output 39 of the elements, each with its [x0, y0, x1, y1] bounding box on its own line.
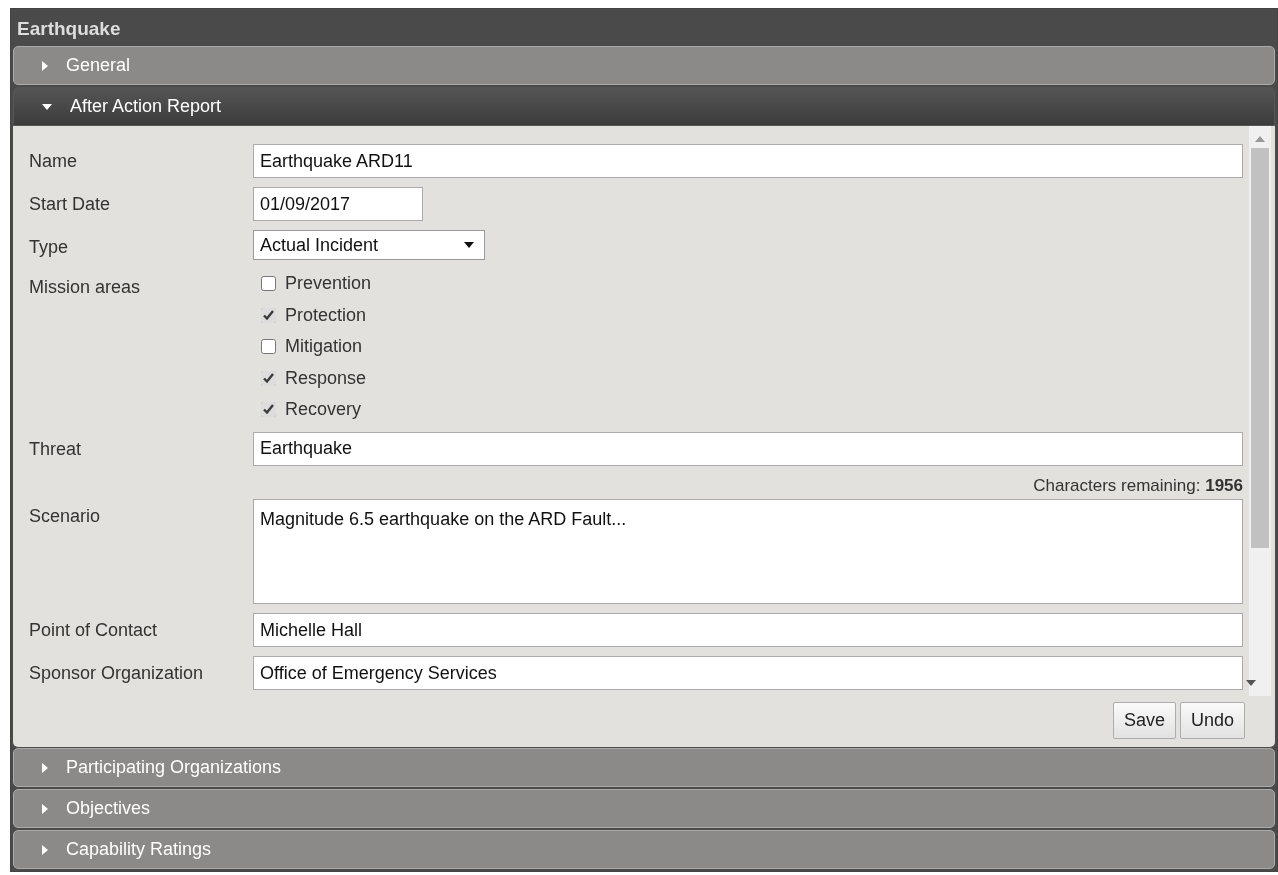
checkbox-label: Mitigation [285, 335, 363, 359]
checkbox[interactable] [261, 307, 276, 323]
caret-right-icon [42, 762, 48, 773]
caret-right-icon [42, 803, 48, 814]
text-field[interactable]: Office of Emergency Services [253, 656, 1243, 690]
date-field[interactable]: 01/09/2017 [253, 187, 423, 221]
field-label: Sponsor Organization [29, 662, 205, 685]
checkbox[interactable] [261, 276, 276, 292]
field-label: Mission areas [29, 276, 142, 299]
checkbox-label: Recovery [285, 398, 362, 422]
caret-right-icon [42, 844, 48, 855]
field-label: Type [29, 236, 70, 259]
text-area[interactable]: Magnitude 6.5 earthquake on the ARD Fault... [253, 499, 1243, 604]
text-field[interactable]: Michelle Hall [253, 613, 1243, 647]
checkbox[interactable] [261, 339, 276, 355]
field-label: Start Date [29, 193, 112, 216]
field-label: Name [29, 150, 78, 173]
scrollbar[interactable] [1249, 126, 1271, 696]
field-label: Point of Contact [29, 619, 159, 642]
caret-down-icon [42, 103, 52, 110]
caret-right-icon [42, 60, 48, 71]
field-label: Scenario [29, 505, 102, 528]
field-label: Threat [29, 437, 83, 461]
dropdown[interactable]: Actual Incident [253, 230, 485, 260]
checkbox-label: Protection [285, 303, 367, 327]
scroll-up-icon [1255, 136, 1265, 142]
save-button[interactable]: Save [1112, 702, 1176, 739]
checkbox[interactable] [261, 370, 276, 386]
character-counter: Characters remaining: 1956 [1032, 474, 1243, 497]
checkbox[interactable] [261, 402, 276, 418]
checkbox-label: Response [285, 366, 367, 390]
window-title: Earthquake [16, 17, 122, 41]
text-field[interactable]: Earthquake ARD11 [253, 144, 1243, 178]
section-header[interactable]: After Action Report [13, 87, 1275, 126]
undo-button[interactable]: Undo [1179, 702, 1245, 739]
checkbox-label: Prevention [285, 272, 372, 296]
scroll-down-icon [1246, 680, 1256, 686]
text-field[interactable]: Earthquake [253, 431, 1243, 466]
caret-down-icon [464, 242, 474, 248]
